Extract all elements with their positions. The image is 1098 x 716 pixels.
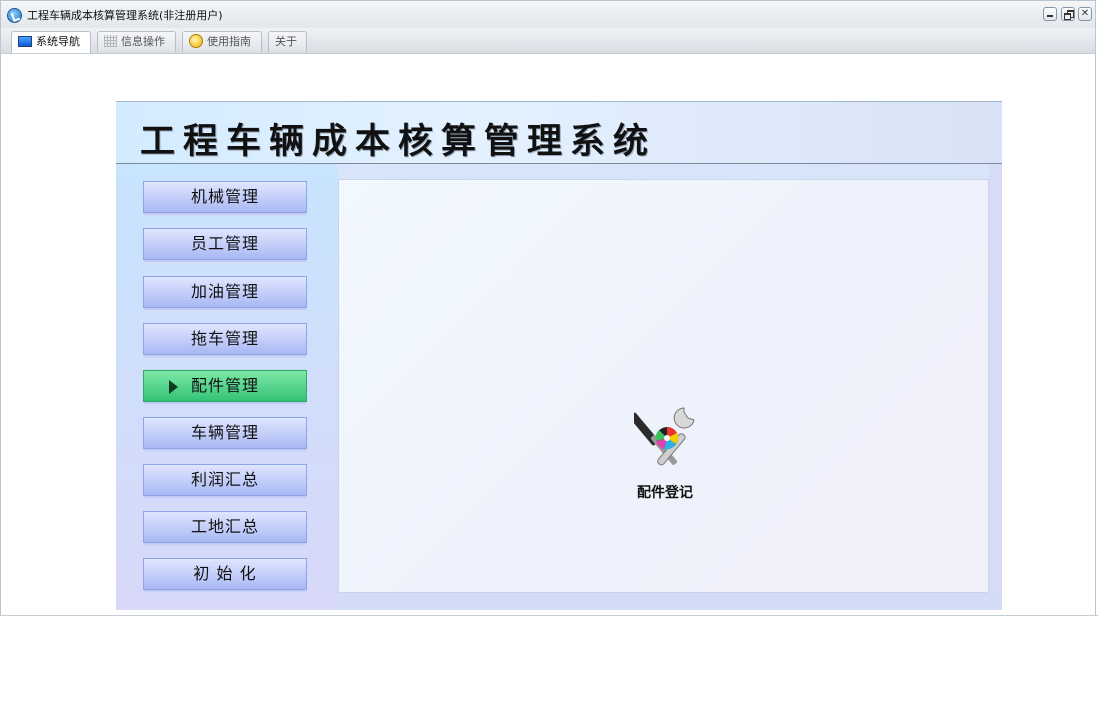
guide-icon [189, 34, 203, 48]
parts-registration-item[interactable]: 配件登记 [632, 402, 702, 512]
tab-label: 系统导航 [36, 35, 80, 48]
tab-system-navigation[interactable]: 系统导航 [11, 31, 91, 53]
close-button[interactable]: ✕ [1078, 7, 1092, 21]
sidebar-item-label: 利润汇总 [190, 470, 259, 489]
panel-right-strip [989, 164, 1002, 610]
tab-bar: 系统导航 信息操作 使用指南 关于 [1, 28, 1095, 54]
sidebar-item-label: 加油管理 [190, 282, 259, 301]
sidebar-item-towing[interactable]: 拖车管理 [143, 323, 307, 358]
title-bar: 工程车辆成本核算管理系统(非注册用户) ✕ [1, 1, 1095, 29]
sidebar-item-label: 工地汇总 [190, 517, 259, 536]
sidebar-item-profit-summary[interactable]: 利润汇总 [143, 464, 307, 499]
tab-user-guide[interactable]: 使用指南 [182, 31, 262, 52]
parts-registration-label: 配件登记 [637, 485, 693, 501]
app-window: 工程车辆成本核算管理系统(非注册用户) ✕ 系统导航 信息操作 使用指南 关于 … [0, 0, 1096, 616]
sidebar-item-staff[interactable]: 员工管理 [143, 228, 307, 263]
sidebar-item-parts[interactable]: 配件管理 [143, 370, 307, 405]
sidebar-item-initialize[interactable]: 初 始 化 [143, 558, 307, 593]
sidebar-item-label: 车辆管理 [190, 423, 259, 442]
sidebar-item-label: 初 始 化 [193, 564, 257, 583]
navigation-icon [18, 35, 32, 47]
sidebar-item-site-summary[interactable]: 工地汇总 [143, 511, 307, 546]
tab-label: 关于 [275, 35, 297, 48]
minimize-button[interactable] [1043, 7, 1057, 21]
sidebar-item-vehicles[interactable]: 车辆管理 [143, 417, 307, 452]
selected-arrow-icon [169, 380, 178, 394]
tab-label: 信息操作 [121, 35, 165, 48]
system-title: 工程车辆成本核算管理系统 [140, 121, 657, 162]
system-banner: 工程车辆成本核算管理系统 [116, 101, 1002, 164]
content-panel: 配件登记 [338, 179, 989, 593]
divider [0, 615, 1098, 616]
tab-info-operation[interactable]: 信息操作 [97, 31, 176, 52]
sidebar-item-machinery[interactable]: 机械管理 [143, 181, 307, 216]
sidebar-item-label: 配件管理 [190, 376, 259, 395]
grid-icon [104, 35, 117, 47]
panel-bottom-strip [338, 593, 1002, 610]
sidebar-item-label: 员工管理 [190, 234, 259, 253]
sidebar: 机械管理 员工管理 加油管理 拖车管理 配件管理 车辆管理 利润汇总 工地汇总 … [116, 164, 338, 610]
tools-icon [634, 407, 695, 466]
restore-button[interactable] [1061, 7, 1075, 21]
main-frame: 工程车辆成本核算管理系统 机械管理 员工管理 加油管理 拖车管理 配件管理 车辆… [116, 101, 1002, 610]
panel-top-strip [338, 164, 1002, 179]
tab-label: 使用指南 [207, 35, 251, 48]
sidebar-item-label: 拖车管理 [190, 329, 259, 348]
app-logo-icon [7, 8, 22, 23]
window-title: 工程车辆成本核算管理系统(非注册用户) [27, 9, 223, 22]
sidebar-item-refuel[interactable]: 加油管理 [143, 276, 307, 311]
tab-about[interactable]: 关于 [268, 31, 307, 52]
sidebar-item-label: 机械管理 [190, 187, 259, 206]
